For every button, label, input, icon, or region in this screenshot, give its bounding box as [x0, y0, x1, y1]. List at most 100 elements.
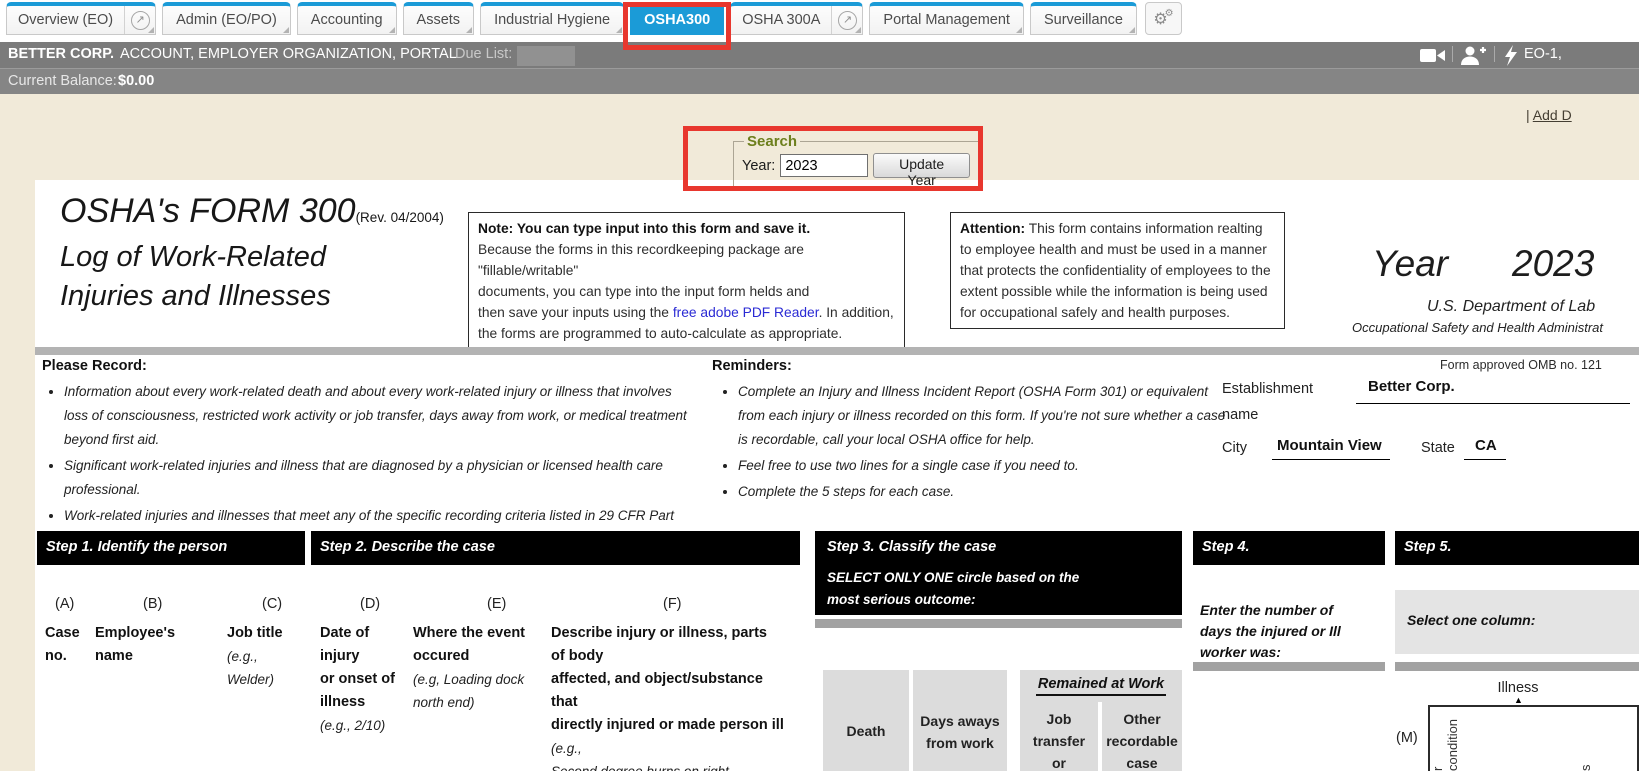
reminders-list: Complete an Injury and Illness Incident … — [722, 380, 1227, 506]
city-value: Mountain View — [1277, 437, 1382, 454]
step5-header: Step 5. — [1395, 531, 1639, 565]
please-record-title: Please Record: — [42, 358, 147, 374]
tab-label: Industrial Hygiene — [494, 12, 610, 28]
note-text: . In addition, — [819, 305, 894, 320]
tab-label: Admin (EO/PO) — [176, 12, 277, 28]
balance-label: Current Balance: — [8, 73, 117, 89]
divider — [1452, 46, 1453, 62]
year-input[interactable] — [780, 154, 868, 177]
col-letter-d: (D) — [360, 596, 380, 612]
tab-admin-eo-po[interactable]: Admin (EO/PO) — [162, 2, 291, 35]
establishment-label: Establishment name — [1222, 376, 1313, 428]
col-title-date: Date of injury or onset of illness — [320, 622, 395, 714]
year-label: Year: — [742, 158, 775, 174]
agency-line: Occupational Safety and Health Administr… — [1352, 320, 1603, 335]
pdf-reader-link[interactable]: free adobe PDF Reader — [673, 305, 819, 320]
tab-surveillance[interactable]: Surveillance — [1030, 2, 1137, 35]
external-link-button[interactable]: ↗ — [831, 6, 862, 34]
remained-at-work-text: Remained at Work — [1036, 676, 1166, 696]
col-example-date: (e.g., 2/10) — [320, 714, 385, 737]
tab-assets[interactable]: Assets — [403, 2, 475, 35]
divider-pipe: | — [1526, 107, 1530, 123]
tab-label: Surveillance — [1044, 12, 1123, 28]
entity-code: EO-1, — [1524, 46, 1562, 62]
remained-at-work-header: Remained at Work — [1020, 676, 1182, 696]
rotated-col-label-condition: condition — [1445, 708, 1460, 771]
tab-osha300a[interactable]: OSHA 300A ↗ — [730, 2, 863, 35]
video-camera-icon[interactable] — [1420, 47, 1446, 64]
col-letter-e: (E) — [487, 596, 506, 612]
col-letter-f: (F) — [663, 596, 682, 612]
settings-gear-button[interactable]: ⚙⚙ — [1145, 2, 1182, 35]
search-legend: Search — [744, 133, 800, 150]
col-example-job-title: (e.g., Welder) — [227, 645, 274, 691]
tab-accounting[interactable]: Accounting — [297, 2, 397, 35]
note-line: documents, you can type into the input f… — [478, 281, 895, 302]
bullet-item: Feel free to use two lines for a single … — [738, 454, 1227, 478]
gear-icon-small: ⚙ — [1165, 8, 1174, 19]
update-year-button[interactable]: Update Year — [873, 153, 970, 178]
form-subtitle: Log of Work-Related Injuries and Illness… — [60, 238, 331, 316]
col-letter-c: (C) — [262, 596, 282, 612]
step4-divider — [1193, 662, 1385, 671]
add-link-row: | Add D — [1526, 107, 1572, 123]
app-window: Overview (EO) ↗ Admin (EO/PO) Accounting… — [0, 0, 1639, 771]
state-underline — [1464, 459, 1506, 460]
step1-header: Step 1. Identify the person — [37, 531, 305, 565]
step3-divider — [815, 619, 1182, 628]
step4-header: Step 4. — [1193, 531, 1385, 565]
tab-osha300[interactable]: OSHA300 — [630, 2, 724, 35]
days-away-label: Days aways from work — [913, 710, 1007, 754]
add-link[interactable]: Add D — [1533, 107, 1572, 123]
note-heading: Note: You can type input into this form … — [478, 218, 895, 239]
col-title-job-title: Job title — [227, 622, 283, 645]
external-link-icon: ↗ — [838, 11, 857, 30]
col-example-describe: (e.g., Second degree burns on right — [551, 737, 729, 771]
form-revision: (Rev. 04/2004) — [356, 210, 444, 225]
up-arrow-icon: ▲ — [1514, 695, 1523, 705]
account-subtitle: ACCOUNT, EMPLOYER ORGANIZATION, PORTAL — [120, 46, 457, 62]
due-list-label: Due List: — [455, 46, 512, 62]
step3-note: SELECT ONLY ONE circle based on the most… — [827, 567, 1079, 611]
lightning-bolt-icon[interactable] — [1503, 45, 1518, 66]
rotated-col-label-partial: r — [1430, 752, 1445, 771]
step5-divider — [1395, 662, 1639, 671]
please-record-list: Information about every work-related dea… — [48, 380, 698, 554]
tab-bar: Overview (EO) ↗ Admin (EO/PO) Accounting… — [0, 2, 1639, 38]
year-word: Year — [1372, 243, 1448, 285]
establishment-underline — [1356, 403, 1630, 404]
bullet-item: Complete an Injury and Illness Incident … — [738, 380, 1227, 452]
balance-bar: Current Balance: $0.00 — [0, 68, 1639, 94]
state-label: State — [1421, 440, 1455, 456]
divider-bar — [35, 347, 1639, 355]
year-value: 2023 — [1512, 243, 1594, 285]
col-title-describe: Describe injury or illness, parts of bod… — [551, 622, 784, 737]
tab-industrial-hygiene[interactable]: Industrial Hygiene — [480, 2, 624, 35]
tab-overview-eo[interactable]: Overview (EO) ↗ — [6, 2, 156, 35]
step5-instruction: Select one column: — [1407, 612, 1535, 628]
external-link-icon: ↗ — [131, 11, 150, 30]
external-link-button[interactable]: ↗ — [124, 6, 155, 34]
bullet-item: Information about every work-related dea… — [64, 380, 698, 452]
attention-box: Attention: This form contains informatio… — [950, 212, 1285, 329]
state-value: CA — [1475, 437, 1497, 454]
note-line: the forms are programmed to auto-calcula… — [478, 323, 895, 344]
col-title-employee-name: Employee's name — [95, 622, 175, 668]
tab-label: OSHA300 — [644, 12, 710, 28]
note-line: Because the forms in this recordkeeping … — [478, 239, 895, 281]
city-underline — [1272, 459, 1390, 460]
illness-label: Illness — [1478, 680, 1558, 696]
col-example-where: (e.g, Loading dock north end) — [413, 668, 524, 714]
bullet-item: Significant work-related injuries and il… — [64, 454, 698, 502]
step4-instruction: Enter the number of days the injured or … — [1200, 600, 1341, 663]
death-label: Death — [823, 720, 909, 742]
note-line: then save your inputs using the free ado… — [478, 302, 895, 323]
m-column-label: (M) — [1396, 730, 1418, 746]
tab-portal-management[interactable]: Portal Management — [869, 2, 1024, 35]
add-user-icon[interactable] — [1460, 45, 1487, 66]
due-list-dropdown[interactable] — [517, 46, 575, 66]
tab-label: Assets — [417, 12, 461, 28]
step3-header: Step 3. Classify the case SELECT ONLY ON… — [815, 531, 1182, 615]
note-box: Note: You can type input into this form … — [468, 212, 905, 350]
tab-label: Accounting — [311, 12, 383, 28]
